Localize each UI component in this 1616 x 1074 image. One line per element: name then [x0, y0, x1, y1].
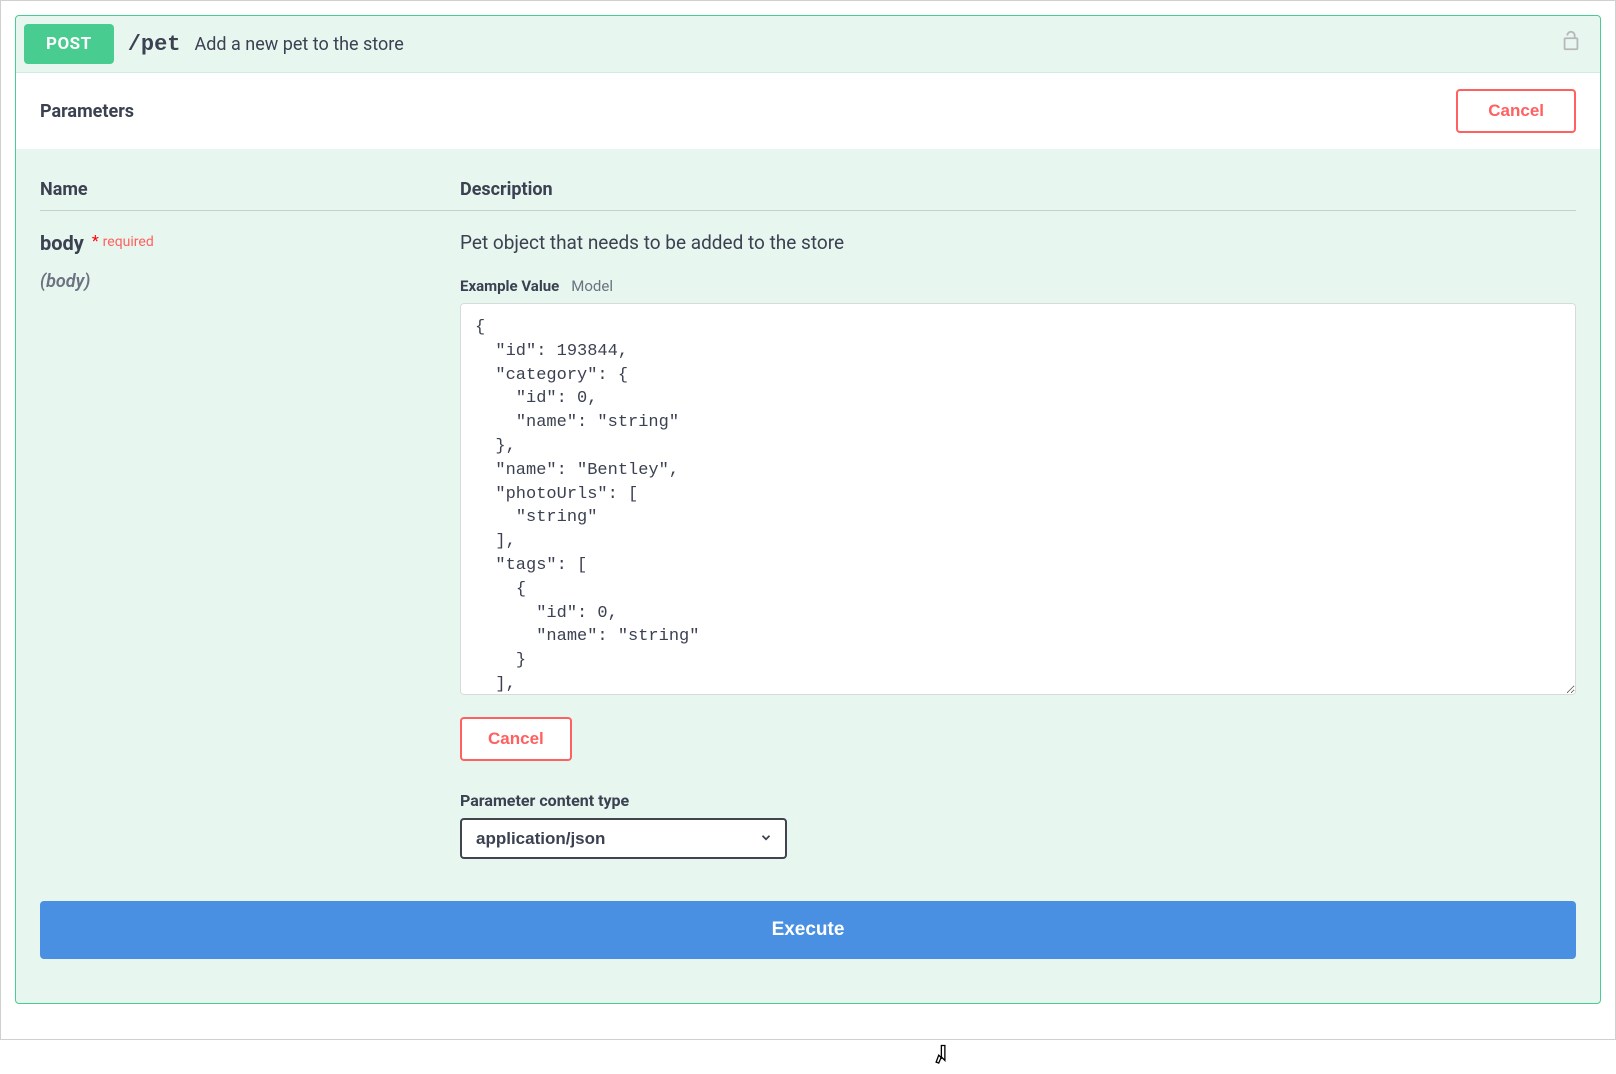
param-row: body * required (body) Pet object that n… [40, 231, 1576, 859]
content-type-label: Parameter content type [460, 791, 1576, 810]
execute-wrapper: Execute [40, 901, 1576, 983]
tab-model[interactable]: Model [571, 277, 613, 295]
tab-example-value[interactable]: Example Value [460, 277, 559, 295]
cursor-pointer-icon [930, 1042, 958, 1074]
content-type-select[interactable]: application/json [460, 818, 787, 859]
param-in: (body) [40, 271, 460, 292]
parameters-header: Parameters Cancel [16, 72, 1600, 149]
param-description-section: Pet object that needs to be added to the… [460, 231, 1576, 859]
unlock-icon[interactable] [1560, 30, 1582, 58]
required-star-icon: * [88, 231, 99, 250]
cancel-body-button[interactable]: Cancel [460, 717, 572, 761]
required-label: required [103, 234, 154, 250]
body-tabs: Example Value Model [460, 276, 1576, 295]
param-description-text: Pet object that needs to be added to the… [460, 231, 1576, 254]
operation-block: POST /pet Add a new pet to the store Par… [15, 15, 1601, 1004]
operation-summary-text: Add a new pet to the store [195, 34, 404, 55]
operation-path: /pet [128, 32, 181, 57]
execute-button[interactable]: Execute [40, 901, 1576, 959]
param-meta: body * required (body) [40, 231, 460, 859]
param-table-header: Name Description [40, 179, 1576, 211]
content-type-select-wrapper: application/json [460, 818, 787, 859]
body-textarea[interactable] [460, 303, 1576, 695]
param-name: body [40, 231, 84, 255]
cancel-button[interactable]: Cancel [1456, 89, 1576, 133]
http-method-badge: POST [24, 24, 114, 64]
column-header-description: Description [460, 179, 1576, 200]
column-header-name: Name [40, 179, 460, 200]
parameters-title: Parameters [40, 101, 134, 122]
operation-summary-row[interactable]: POST /pet Add a new pet to the store [16, 16, 1600, 72]
parameters-body: Name Description body * required (body) … [16, 149, 1600, 1003]
